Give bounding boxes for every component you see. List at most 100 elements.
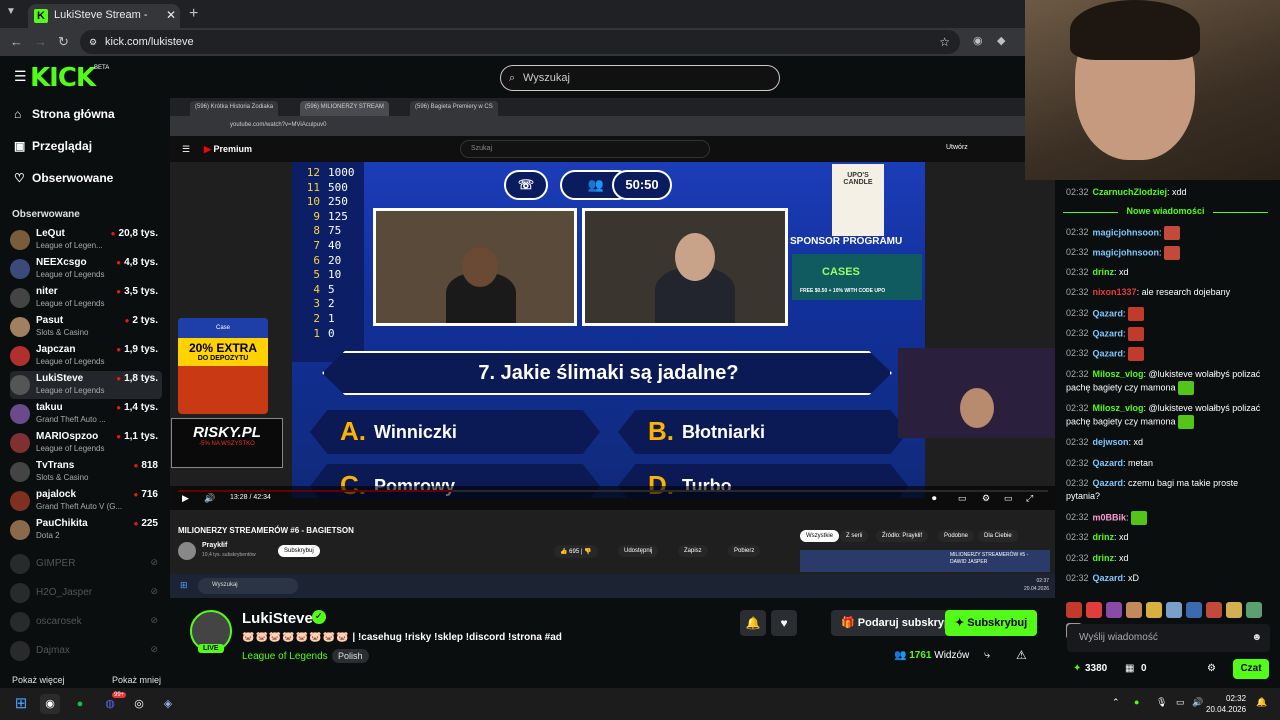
sidebar-offline-channel[interactable]: oscarosek ⊘: [10, 611, 162, 633]
network-icon[interactable]: ▭: [1176, 697, 1185, 708]
show-more-button[interactable]: Pokaż więcej: [12, 675, 65, 685]
nav-following[interactable]: ♡ Obserwowane: [14, 171, 113, 185]
tray-chevron-icon[interactable]: ⌃: [1112, 697, 1120, 708]
chat-username[interactable]: Qazard: [1093, 478, 1124, 488]
sidebar-channel[interactable]: Japczan League of Legends 1,9 tys.: [10, 342, 162, 370]
close-tab-icon[interactable]: ✕: [166, 8, 176, 22]
bookmark-star-icon[interactable]: ☆: [939, 30, 950, 54]
chrome-icon[interactable]: ◉: [40, 694, 60, 714]
notification-bell-icon[interactable]: 🔔: [1256, 697, 1267, 708]
quick-emote-icon[interactable]: [1166, 602, 1182, 618]
inner-save-button: Zapisz: [678, 545, 708, 557]
chat-username[interactable]: magicjohnsoon: [1093, 227, 1160, 237]
sidebar-channel[interactable]: TvTrans Slots & Casino 818: [10, 458, 162, 486]
extension-icon[interactable]: ◆: [997, 34, 1005, 47]
chat-username[interactable]: drinz: [1093, 267, 1115, 277]
tray-app-icon[interactable]: ●: [1134, 697, 1139, 707]
subtitles-icon[interactable]: ▭: [958, 493, 967, 504]
microphone-icon[interactable]: 🎙: [1156, 697, 1167, 708]
fullscreen-icon[interactable]: ⤢: [1026, 493, 1033, 504]
quick-emote-icon[interactable]: [1186, 602, 1202, 618]
channel-avatar: [10, 404, 30, 424]
address-bar[interactable]: ⚙ kick.com/lukisteve ☆: [80, 30, 960, 54]
site-info-icon[interactable]: ⚙: [89, 30, 97, 54]
settings-icon[interactable]: ⚙: [982, 493, 990, 504]
volume-icon[interactable]: 🔊: [204, 493, 215, 504]
send-chat-button[interactable]: Czat: [1233, 659, 1269, 679]
incognito-icon[interactable]: ◉: [973, 34, 983, 47]
back-icon[interactable]: ←: [10, 34, 23, 49]
channel-points[interactable]: 3380: [1085, 663, 1107, 674]
report-icon[interactable]: ⚠: [1016, 648, 1027, 662]
sidebar-channel[interactable]: pajalock Grand Theft Auto V (G... 716: [10, 487, 162, 515]
channel-name: Pasut: [36, 315, 64, 326]
sidebar-offline-channel[interactable]: Dajmax ⊘: [10, 640, 162, 662]
emoji-picker-icon[interactable]: ☻: [1251, 624, 1262, 652]
sidebar-channel[interactable]: LukiSteve League of Legends 1,8 tys.: [10, 371, 162, 399]
chat-input[interactable]: Wyślij wiadomość ☻: [1067, 624, 1270, 652]
chat-username[interactable]: dejwson: [1093, 437, 1129, 447]
chat-settings-icon[interactable]: ⚙: [1207, 663, 1216, 674]
stream-category[interactable]: League of Legends: [242, 651, 328, 662]
quick-emote-icon[interactable]: [1146, 602, 1162, 618]
chat-username[interactable]: Qazard: [1093, 573, 1124, 583]
new-tab-icon[interactable]: +: [189, 5, 198, 23]
tab-search-icon[interactable]: ▼: [6, 6, 16, 17]
nav-browse[interactable]: ▣ Przeglądaj: [14, 139, 92, 153]
start-icon[interactable]: ⊞: [11, 694, 31, 714]
chat-username[interactable]: m0BBik: [1093, 512, 1127, 522]
chat-username[interactable]: Qazard: [1093, 458, 1124, 468]
sidebar-offline-channel[interactable]: GIMPER ⊘: [10, 553, 162, 575]
taskbar-clock[interactable]: 02:32 20.04.2026: [1206, 693, 1246, 715]
second-counter[interactable]: 0: [1141, 663, 1147, 674]
subscribe-button[interactable]: ✦ Subskrybuj: [945, 610, 1038, 636]
kick-logo[interactable]: KICK BETA: [30, 63, 109, 93]
forward-icon[interactable]: →: [34, 34, 47, 49]
bell-icon[interactable]: 🔔: [740, 610, 766, 636]
spotify-icon[interactable]: ●: [70, 694, 90, 714]
quick-emote-icon[interactable]: [1106, 602, 1122, 618]
sidebar-channel[interactable]: takuu Grand Theft Auto ... 1,4 tys.: [10, 400, 162, 428]
quick-emote-icon[interactable]: [1086, 602, 1102, 618]
autoplay-toggle-icon[interactable]: ⏺: [932, 493, 937, 504]
theater-icon[interactable]: ▭: [1004, 493, 1013, 504]
chat-username[interactable]: magicjohnsoon: [1093, 247, 1160, 257]
sidebar-channel[interactable]: Pasut Slots & Casino 2 tys.: [10, 313, 162, 341]
chat-username[interactable]: nixon1337: [1093, 287, 1137, 297]
video-player[interactable]: (596) Krótka Historia Zodiaka (596) MILI…: [170, 98, 1055, 598]
quick-emote-icon[interactable]: [1206, 602, 1222, 618]
play-icon[interactable]: ▶: [182, 493, 189, 504]
sidebar-channel[interactable]: PauChikita Dota 2 225: [10, 516, 162, 544]
chat-username[interactable]: drinz: [1093, 553, 1115, 563]
quick-emote-icon[interactable]: [1126, 602, 1142, 618]
reload-icon[interactable]: ↻: [58, 34, 69, 50]
chat-username[interactable]: Milosz_vlog: [1093, 403, 1144, 413]
follow-heart-icon[interactable]: ♥: [771, 610, 797, 636]
chat-username[interactable]: CzarnuchZlodziej: [1093, 187, 1168, 197]
stream-tag[interactable]: Polish: [332, 649, 369, 663]
menu-icon[interactable]: ☰: [14, 68, 27, 85]
sidebar-channel[interactable]: NEEXcsgo League of Legends 4,8 tys.: [10, 255, 162, 283]
sidebar-channel[interactable]: niter League of Legends 3,5 tys.: [10, 284, 162, 312]
search-input[interactable]: ⌕ Wyszukaj: [500, 65, 780, 91]
quick-emote-icon[interactable]: [1066, 602, 1082, 618]
streamer-name[interactable]: LukiSteve: [242, 610, 313, 627]
share-icon[interactable]: ⤷: [984, 649, 990, 662]
obs-icon[interactable]: ◎: [129, 694, 149, 714]
clock-time: 02:32: [1226, 694, 1247, 703]
sidebar-channel[interactable]: LeQut League of Legen... 20,8 tys.: [10, 226, 162, 254]
chat-username[interactable]: Milosz_vlog: [1093, 369, 1144, 379]
chat-username[interactable]: drinz: [1093, 532, 1115, 542]
show-less-button[interactable]: Pokaż mniej: [112, 675, 161, 685]
quick-emote-icon[interactable]: [1226, 602, 1242, 618]
nav-home[interactable]: ⌂ Strona główna: [14, 107, 115, 121]
chat-username[interactable]: Qazard: [1093, 308, 1124, 318]
speaker-icon[interactable]: 🔊: [1192, 697, 1203, 708]
chat-username[interactable]: Qazard: [1093, 328, 1124, 338]
browser-tab-active[interactable]: K LukiSteve Stream - Watch L ✕: [28, 4, 180, 28]
sidebar-offline-channel[interactable]: H2O_Jasper ⊘: [10, 582, 162, 604]
steam-icon[interactable]: ◈: [158, 694, 178, 714]
quick-emote-icon[interactable]: [1246, 602, 1262, 618]
sidebar-channel[interactable]: MARIOspzoo League of Legends 1,1 tys.: [10, 429, 162, 457]
chat-username[interactable]: Qazard: [1093, 348, 1124, 358]
